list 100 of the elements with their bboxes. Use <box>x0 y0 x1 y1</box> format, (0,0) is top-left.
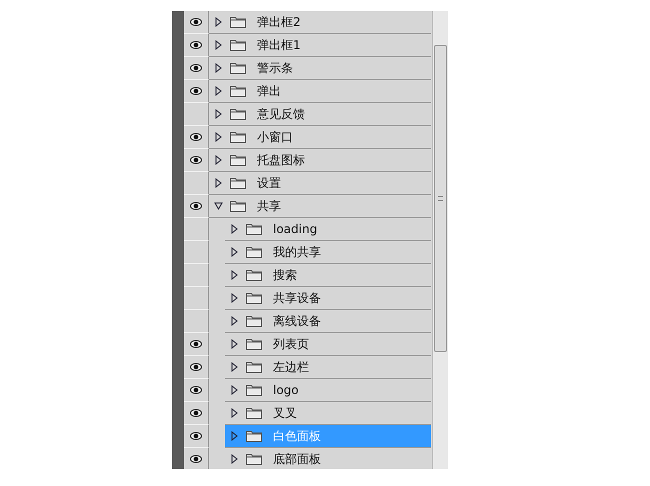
layer-name: loading <box>273 222 318 236</box>
layer-row[interactable]: 我的共享 <box>225 241 431 264</box>
layer-name: 左边栏 <box>273 358 309 376</box>
expand-toggle[interactable] <box>214 155 223 165</box>
eye-icon <box>190 64 202 72</box>
expand-toggle[interactable] <box>214 178 223 188</box>
eye-icon <box>190 133 202 141</box>
scroll-thumb[interactable] <box>434 45 447 352</box>
expand-toggle[interactable] <box>230 385 239 395</box>
folder-icon <box>246 315 262 327</box>
eye-icon <box>190 432 202 440</box>
visibility-toggle[interactable] <box>184 379 209 402</box>
expand-toggle[interactable] <box>214 109 223 119</box>
layer-name: 弹出 <box>257 82 281 100</box>
folder-icon <box>230 131 246 143</box>
expand-toggle[interactable] <box>230 431 239 441</box>
eye-icon <box>190 409 202 417</box>
expand-toggle[interactable] <box>230 408 239 418</box>
visibility-toggle[interactable] <box>184 425 209 448</box>
visibility-toggle[interactable] <box>184 103 209 126</box>
layer-name: 搜索 <box>273 266 297 284</box>
layer-name: logo <box>273 383 299 397</box>
expand-toggle[interactable] <box>230 339 239 349</box>
expand-toggle[interactable] <box>230 316 239 326</box>
visibility-toggle[interactable] <box>184 287 209 310</box>
layer-row[interactable]: 弹出框1 <box>209 34 431 57</box>
folder-icon <box>246 430 262 442</box>
visibility-toggle[interactable] <box>184 149 209 172</box>
eye-icon <box>190 18 202 26</box>
expand-toggle[interactable] <box>230 454 239 464</box>
layer-row[interactable]: 共享设备 <box>225 287 431 310</box>
folder-icon <box>230 200 246 212</box>
folder-icon <box>230 85 246 97</box>
layer-name: 白色面板 <box>273 428 321 444</box>
layer-name: 叉叉 <box>273 404 297 422</box>
visibility-toggle[interactable] <box>184 57 209 80</box>
folder-icon <box>246 361 262 373</box>
layer-row[interactable]: 意见反馈 <box>209 103 431 126</box>
layer-row[interactable]: 底部面板 <box>225 448 431 469</box>
folder-icon <box>246 292 262 304</box>
visibility-toggle[interactable] <box>184 356 209 379</box>
expand-toggle[interactable] <box>230 224 239 234</box>
visibility-toggle[interactable] <box>184 402 209 425</box>
expand-toggle[interactable] <box>214 63 223 73</box>
visibility-toggle[interactable] <box>184 195 209 218</box>
folder-icon <box>246 223 262 235</box>
layer-name: 共享 <box>257 198 281 214</box>
layer-name: 我的共享 <box>273 244 321 260</box>
visibility-toggle[interactable] <box>184 126 209 149</box>
expand-toggle[interactable] <box>214 132 223 142</box>
layer-row[interactable]: 离线设备 <box>225 310 431 333</box>
layer-row[interactable]: loading <box>225 218 431 241</box>
layer-name: 意见反馈 <box>257 106 305 122</box>
expand-toggle[interactable] <box>214 17 223 27</box>
layer-name: 小窗口 <box>257 128 293 146</box>
visibility-toggle[interactable] <box>184 34 209 57</box>
layer-name: 弹出框2 <box>257 14 301 30</box>
folder-icon <box>230 39 246 51</box>
layer-row[interactable]: 设置 <box>209 172 431 195</box>
expand-toggle[interactable] <box>230 362 239 372</box>
layer-name: 警示条 <box>257 60 293 76</box>
expand-toggle[interactable] <box>214 86 223 96</box>
expand-toggle[interactable] <box>230 247 239 257</box>
expand-toggle[interactable] <box>214 201 223 211</box>
eye-icon <box>190 202 202 210</box>
layer-name: 弹出框1 <box>257 36 301 54</box>
layer-row[interactable]: 托盘图标 <box>209 149 431 172</box>
layer-row[interactable]: 列表页 <box>225 333 431 356</box>
scrollbar[interactable] <box>432 11 448 469</box>
visibility-toggle[interactable] <box>184 218 209 241</box>
layer-row[interactable]: 弹出 <box>209 80 431 103</box>
visibility-toggle[interactable] <box>184 333 209 356</box>
visibility-toggle[interactable] <box>184 310 209 333</box>
layer-row[interactable]: 共享 <box>209 195 431 218</box>
layer-name: 底部面板 <box>273 450 321 468</box>
folder-icon <box>230 154 246 166</box>
folder-icon <box>230 16 246 28</box>
folder-icon <box>246 453 262 465</box>
eye-icon <box>190 87 202 95</box>
layer-row[interactable]: 警示条 <box>209 57 431 80</box>
expand-toggle[interactable] <box>214 40 223 50</box>
layer-name: 离线设备 <box>273 312 321 330</box>
layer-row[interactable]: 搜索 <box>225 264 431 287</box>
visibility-toggle[interactable] <box>184 80 209 103</box>
folder-icon <box>246 407 262 419</box>
expand-toggle[interactable] <box>230 270 239 280</box>
layer-row[interactable]: logo <box>225 379 431 402</box>
layer-row[interactable]: 弹出框2 <box>209 11 431 34</box>
visibility-toggle[interactable] <box>184 172 209 195</box>
expand-toggle[interactable] <box>230 293 239 303</box>
folder-icon <box>230 108 246 120</box>
visibility-toggle[interactable] <box>184 11 209 34</box>
layer-row[interactable]: 小窗口 <box>209 126 431 149</box>
eye-icon <box>190 156 202 164</box>
visibility-toggle[interactable] <box>184 264 209 287</box>
eye-icon <box>190 363 202 371</box>
layer-row[interactable]: 左边栏 <box>225 356 431 379</box>
visibility-toggle[interactable] <box>184 241 209 264</box>
eye-icon <box>190 455 202 463</box>
folder-icon <box>246 269 262 281</box>
